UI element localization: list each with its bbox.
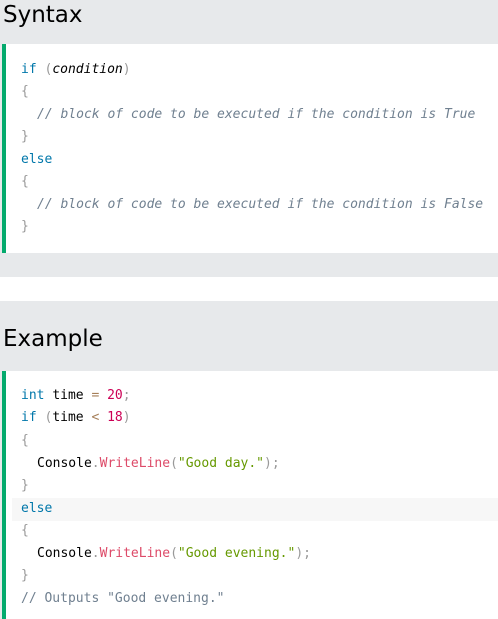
syntax-code-block: if (condition) { // block of code to be … [2, 44, 498, 253]
code-line: // block of code to be executed if the c… [37, 196, 483, 214]
comment-output: // Outputs "Good evening." [21, 591, 225, 606]
punctuation: ( [170, 456, 178, 471]
syntax-panel: if (condition) { // block of code to be … [0, 44, 498, 277]
example-title: Example [3, 326, 103, 352]
punctuation: ( [170, 546, 178, 561]
brace: { [21, 523, 29, 538]
keyword-if: if [21, 410, 37, 425]
syntax-title: Syntax [3, 2, 83, 28]
punctuation: ) [122, 62, 131, 77]
method-writeline: WriteLine [99, 456, 171, 471]
code-line: // Outputs "Good evening." [21, 590, 225, 608]
code-line: { [21, 83, 29, 101]
example-panel: int time = 20; if (time < 18) { Console.… [0, 371, 498, 619]
variable-time: time [52, 410, 84, 425]
keyword-int: int [21, 388, 45, 403]
variable-time: time [52, 388, 84, 403]
method-writeline: WriteLine [99, 546, 171, 561]
keyword-else: else [21, 152, 53, 167]
operator-assign: = [91, 388, 100, 403]
semicolon: ; [122, 388, 131, 403]
keyword-if: if [21, 62, 37, 77]
punctuation: ); [295, 546, 311, 561]
brace: { [21, 174, 29, 189]
brace: } [21, 219, 29, 234]
operator-lt: < [91, 410, 100, 425]
brace: } [21, 129, 29, 144]
syntax-heading: Syntax [0, 0, 498, 44]
class-console: Console [37, 456, 92, 471]
punctuation: ) [122, 410, 131, 425]
code-line: } [21, 567, 29, 585]
condition-text: condition [52, 62, 123, 77]
code-line: if (condition) [21, 61, 131, 79]
number-20: 20 [107, 388, 123, 403]
code-line: { [21, 522, 29, 540]
code-line: Console.WriteLine("Good evening."); [37, 545, 311, 563]
brace: } [21, 478, 29, 493]
code-line: if (time < 18) [21, 409, 131, 427]
brace: { [21, 433, 29, 448]
code-line: { [21, 432, 29, 450]
number-18: 18 [107, 410, 123, 425]
code-line: int time = 20; [21, 387, 131, 405]
example-code-block: int time = 20; if (time < 18) { Console.… [2, 371, 498, 619]
code-line: // block of code to be executed if the c… [37, 106, 475, 124]
code-line: Console.WriteLine("Good day."); [37, 455, 280, 473]
code-line: { [21, 173, 29, 191]
keyword-else: else [21, 501, 53, 516]
brace: { [21, 84, 29, 99]
comment-false: // block of code to be executed if the c… [37, 197, 484, 212]
punctuation: ); [264, 456, 280, 471]
string-good-evening: "Good evening." [177, 546, 296, 561]
punctuation: . [91, 456, 100, 471]
punctuation: . [91, 546, 100, 561]
string-good-day: "Good day." [177, 456, 264, 471]
line-highlight [12, 498, 498, 521]
example-heading: Example [0, 301, 498, 371]
code-line: } [21, 477, 29, 495]
code-line: else [21, 151, 52, 169]
code-line: } [21, 128, 29, 146]
brace: } [21, 568, 29, 583]
class-console: Console [37, 546, 92, 561]
comment-true: // block of code to be executed if the c… [37, 107, 476, 122]
code-line: else [21, 500, 52, 518]
code-line: } [21, 218, 29, 236]
